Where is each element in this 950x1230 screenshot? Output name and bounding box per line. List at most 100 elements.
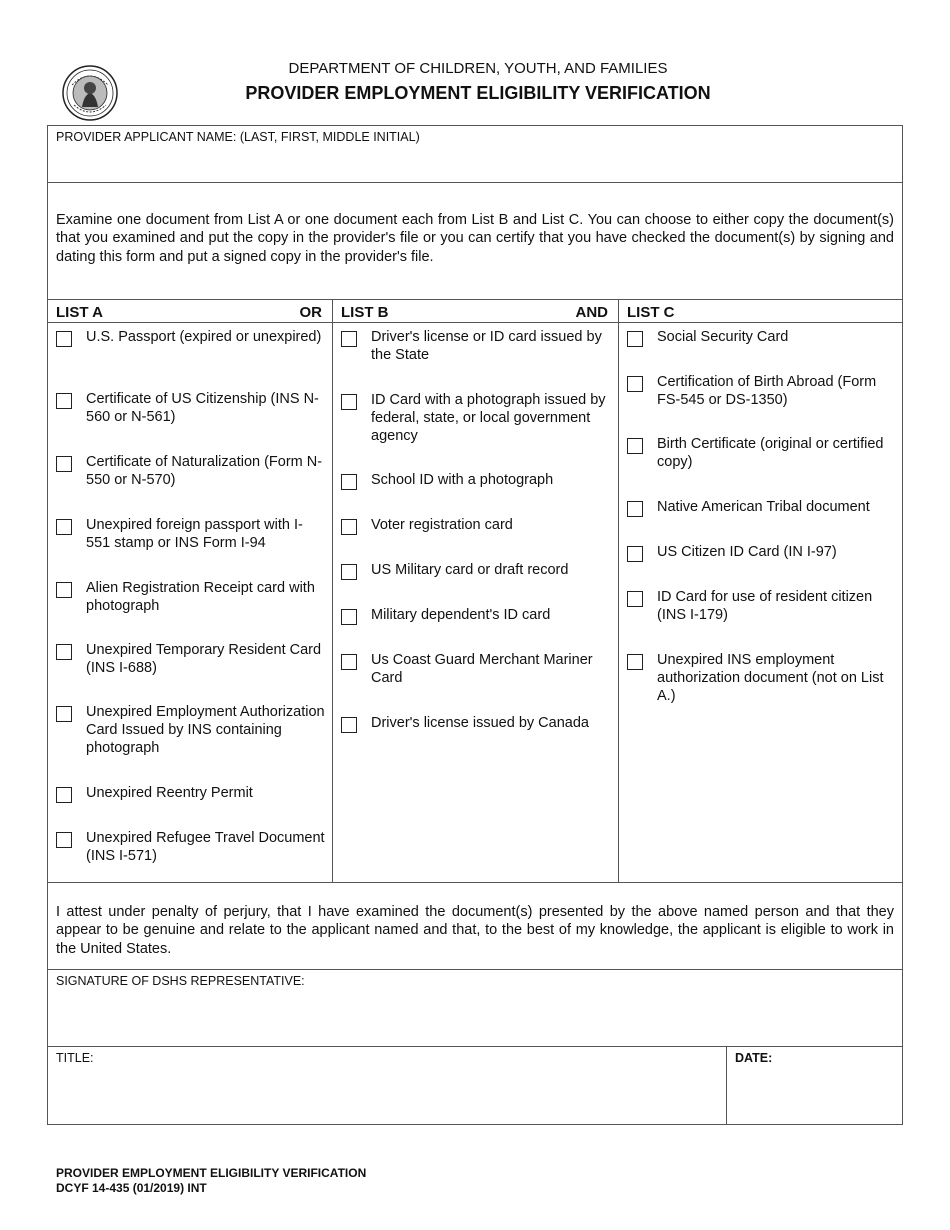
checkbox[interactable] bbox=[341, 519, 357, 535]
title-date-row: TITLE: DATE: bbox=[48, 1047, 902, 1124]
item-label: Birth Certificate (original or certified… bbox=[657, 436, 884, 470]
item-label: Certificate of Naturalization (Form N-55… bbox=[86, 454, 323, 488]
item-label: Certificate of US Citizenship (INS N-560… bbox=[86, 391, 319, 425]
item-label: ID Card with a photograph issued by fede… bbox=[371, 392, 606, 444]
title-field[interactable] bbox=[52, 1067, 722, 1120]
list-item: Unexpired INS employment authorization d… bbox=[627, 652, 896, 705]
signature-label: SIGNATURE OF DSHS REPRESENTATIVE: bbox=[56, 974, 305, 988]
checkbox[interactable] bbox=[341, 609, 357, 625]
list-item: Unexpired Refugee Travel Document (INS I… bbox=[56, 830, 326, 866]
signature-field[interactable] bbox=[52, 990, 898, 1042]
checkbox[interactable] bbox=[341, 394, 357, 410]
list-item: Driver's license issued by Canada bbox=[341, 715, 612, 733]
list-item: Alien Registration Receipt card with pho… bbox=[56, 580, 326, 616]
checkbox[interactable] bbox=[627, 654, 643, 670]
list-item: Certificate of Naturalization (Form N-55… bbox=[56, 454, 326, 490]
instructions-row: Examine one document from List A or one … bbox=[48, 183, 902, 300]
item-label: Unexpired Refugee Travel Document (INS I… bbox=[86, 830, 325, 864]
item-label: Driver's license issued by Canada bbox=[371, 715, 589, 731]
list-item: Military dependent's ID card bbox=[341, 607, 612, 625]
checkbox[interactable] bbox=[341, 331, 357, 347]
item-label: U.S. Passport (expired or unexpired) bbox=[86, 329, 322, 345]
checkbox[interactable] bbox=[56, 582, 72, 598]
form-title: PROVIDER EMPLOYMENT ELIGIBILITY VERIFICA… bbox=[245, 83, 711, 103]
date-field[interactable] bbox=[731, 1067, 898, 1120]
list-a-header: LIST A OR bbox=[48, 300, 332, 323]
checkbox[interactable] bbox=[56, 706, 72, 722]
list-c-column: LIST C Social Security Card Certificatio… bbox=[619, 300, 902, 882]
department-name: DEPARTMENT OF CHILDREN, YOUTH, AND FAMIL… bbox=[288, 60, 668, 77]
applicant-name-field[interactable] bbox=[52, 146, 898, 178]
list-item: Certification of Birth Abroad (Form FS-5… bbox=[627, 374, 896, 410]
item-label: Unexpired Temporary Resident Card (INS I… bbox=[86, 642, 322, 676]
checkbox[interactable] bbox=[341, 654, 357, 670]
list-a-connector: OR bbox=[299, 303, 323, 321]
item-label: Unexpired INS employment authorization d… bbox=[657, 652, 884, 704]
item-label: Unexpired foreign passport with I-551 st… bbox=[86, 517, 303, 551]
item-label: Social Security Card bbox=[657, 329, 789, 345]
list-item: Certificate of US Citizenship (INS N-560… bbox=[56, 391, 326, 427]
list-item: Unexpired Reentry Permit bbox=[56, 785, 326, 803]
applicant-name-label: PROVIDER APPLICANT NAME: (LAST, FIRST, M… bbox=[56, 130, 420, 144]
title-label: TITLE: bbox=[56, 1051, 94, 1065]
footer-title: PROVIDER EMPLOYMENT ELIGIBILITY VERIFICA… bbox=[56, 1166, 367, 1180]
item-label: Certification of Birth Abroad (Form FS-5… bbox=[657, 374, 877, 408]
list-b-column: LIST B AND Driver's license or ID card i… bbox=[333, 300, 619, 882]
checkbox[interactable] bbox=[56, 644, 72, 660]
list-b-connector: AND bbox=[575, 303, 609, 321]
list-item: Unexpired Employment Authorization Card … bbox=[56, 704, 326, 757]
footer-form-number: DCYF 14-435 (01/2019) INT bbox=[56, 1181, 207, 1195]
list-a-column: LIST A OR U.S. Passport (expired or unex… bbox=[48, 300, 333, 882]
verification-form: PROVIDER APPLICANT NAME: (LAST, FIRST, M… bbox=[47, 125, 903, 1125]
checkbox[interactable] bbox=[341, 717, 357, 733]
applicant-name-row: PROVIDER APPLICANT NAME: (LAST, FIRST, M… bbox=[48, 126, 902, 183]
form-footer: PROVIDER EMPLOYMENT ELIGIBILITY VERIFICA… bbox=[56, 1166, 366, 1196]
item-label: US Military card or draft record bbox=[371, 562, 569, 578]
list-b-title: LIST B bbox=[341, 303, 389, 321]
item-label: Unexpired Reentry Permit bbox=[86, 785, 253, 801]
item-label: Alien Registration Receipt card with pho… bbox=[86, 580, 315, 614]
title-cell: TITLE: bbox=[48, 1047, 727, 1124]
list-c-title: LIST C bbox=[627, 303, 675, 321]
list-item: Unexpired Temporary Resident Card (INS I… bbox=[56, 642, 326, 678]
list-item: Social Security Card bbox=[627, 329, 896, 347]
checkbox[interactable] bbox=[627, 546, 643, 562]
list-item: US Military card or draft record bbox=[341, 562, 612, 580]
item-label: Native American Tribal document bbox=[657, 499, 870, 515]
checkbox[interactable] bbox=[56, 832, 72, 848]
checkbox[interactable] bbox=[627, 438, 643, 454]
checkbox[interactable] bbox=[341, 474, 357, 490]
list-item: Unexpired foreign passport with I-551 st… bbox=[56, 517, 326, 553]
attestation-row: I attest under penalty of perjury, that … bbox=[48, 883, 902, 970]
date-cell: DATE: bbox=[727, 1047, 902, 1124]
list-item: Voter registration card bbox=[341, 517, 612, 535]
item-label: Military dependent's ID card bbox=[371, 607, 551, 623]
item-label: Driver's license or ID card issued by th… bbox=[371, 329, 602, 363]
list-item: US Citizen ID Card (IN I-97) bbox=[627, 544, 896, 562]
checkbox[interactable] bbox=[56, 456, 72, 472]
checkbox[interactable] bbox=[627, 591, 643, 607]
item-label: Voter registration card bbox=[371, 517, 513, 533]
list-item: ID Card for use of resident citizen (INS… bbox=[627, 589, 896, 625]
checkbox[interactable] bbox=[56, 393, 72, 409]
list-item: School ID with a photograph bbox=[341, 472, 612, 490]
item-label: US Citizen ID Card (IN I-97) bbox=[657, 544, 837, 560]
checkbox[interactable] bbox=[56, 331, 72, 347]
list-item: Birth Certificate (original or certified… bbox=[627, 436, 896, 472]
checkbox[interactable] bbox=[627, 376, 643, 392]
item-label: ID Card for use of resident citizen (INS… bbox=[657, 589, 873, 623]
checkbox[interactable] bbox=[627, 331, 643, 347]
list-a-title: LIST A bbox=[56, 303, 103, 321]
checkbox[interactable] bbox=[341, 564, 357, 580]
list-item: ID Card with a photograph issued by fede… bbox=[341, 392, 612, 445]
checkbox[interactable] bbox=[627, 501, 643, 517]
signature-row: SIGNATURE OF DSHS REPRESENTATIVE: bbox=[48, 970, 902, 1047]
list-item: Native American Tribal document bbox=[627, 499, 896, 517]
checkbox[interactable] bbox=[56, 787, 72, 803]
list-c-header: LIST C bbox=[619, 300, 902, 323]
list-item: Us Coast Guard Merchant Mariner Card bbox=[341, 652, 612, 688]
item-label: Us Coast Guard Merchant Mariner Card bbox=[371, 652, 593, 686]
list-item: Driver's license or ID card issued by th… bbox=[341, 329, 612, 365]
checkbox[interactable] bbox=[56, 519, 72, 535]
item-label: School ID with a photograph bbox=[371, 472, 554, 488]
